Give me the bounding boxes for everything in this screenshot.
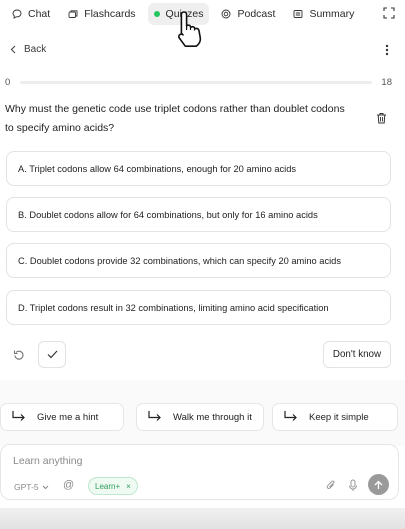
trash-icon[interactable] [376,112,387,124]
podcast-icon [221,9,231,19]
learn-mode-chip[interactable]: Learn+ × [88,477,138,495]
progress-end-label: 18 [381,77,392,88]
arrow-down-right-icon [148,411,161,421]
tab-label: Chat [28,8,51,20]
message-input[interactable]: Learn anything [13,455,82,467]
check-answer-button[interactable] [38,341,66,368]
suggestion-label: Walk me through it [173,411,252,423]
dont-know-button[interactable]: Don't know [323,341,391,368]
cards-icon [68,9,78,19]
arrow-down-right-icon [12,411,25,421]
model-selector[interactable]: GPT-5 [14,482,49,492]
check-icon [47,350,57,359]
send-button[interactable] [368,474,389,495]
option-text: D. Triplet codons result in 32 combinati… [18,302,329,313]
undo-icon [13,350,24,360]
progress-start-label: 0 [5,77,11,88]
arrow-down-right-icon [284,411,297,421]
retry-button[interactable] [5,341,33,368]
tab-label: Summary [309,8,355,20]
suggestion-label: Keep it simple [309,411,369,423]
progress-bar [20,81,372,84]
hand-pointer-icon [178,11,202,47]
tab-label: Flashcards [84,8,136,20]
back-button[interactable]: Back [10,44,46,55]
model-label: GPT-5 [14,482,39,492]
more-options-icon[interactable] [385,44,389,56]
suggestion-walk-through[interactable]: Walk me through it [136,403,264,431]
suggestion-give-hint[interactable]: Give me a hint [0,403,124,431]
arrow-up-icon [374,480,383,489]
question-text: Why must the genetic code use triplet co… [5,103,345,134]
chat-bubble-icon [12,9,22,19]
tab-chat[interactable]: Chat [6,3,56,25]
answer-option-c[interactable]: C. Doublet codons provide 32 combination… [6,243,391,278]
chat-composer: Learn anything GPT-5 @ Learn+ × [0,444,399,500]
option-text: C. Doublet codons provide 32 combination… [18,255,341,266]
suggestion-label: Give me a hint [37,411,99,423]
tab-summary[interactable]: Summary [287,3,360,25]
chip-remove-icon[interactable]: × [126,482,131,491]
suggestion-keep-simple[interactable]: Keep it simple [272,403,398,431]
answer-option-b[interactable]: B. Doublet codons allow for 64 combinati… [6,197,391,232]
attach-icon[interactable] [326,479,336,492]
status-dot-icon [153,11,160,17]
answer-option-d[interactable]: D. Triplet codons result in 32 combinati… [6,290,391,325]
window-bottom-edge [0,508,405,529]
answer-option-a[interactable]: A. Triplet codons allow 64 combinations,… [6,151,391,186]
list-icon [293,9,303,19]
tab-podcast[interactable]: Podcast [215,3,281,25]
chevron-down-icon [42,485,48,489]
microphone-icon[interactable] [348,479,358,492]
tab-label: Podcast [237,8,276,20]
chip-label: Learn+ [95,481,121,491]
mention-icon[interactable]: @ [63,479,74,491]
option-text: A. Triplet codons allow 64 combinations,… [18,163,297,174]
expand-icon[interactable] [383,7,395,19]
tab-flashcards[interactable]: Flashcards [62,3,141,25]
chevron-left-icon [10,45,16,54]
option-text: B. Doublet codons allow for 64 combinati… [18,209,318,220]
dont-know-label: Don't know [332,349,382,360]
back-label: Back [24,44,47,55]
